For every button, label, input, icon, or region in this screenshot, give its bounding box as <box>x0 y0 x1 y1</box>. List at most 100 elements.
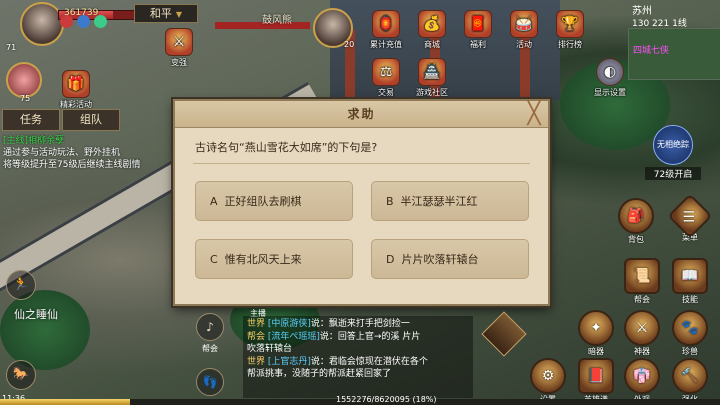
gift-icon: 🎁 <box>62 70 90 98</box>
guild-button[interactable]: 📜 帮会 <box>624 258 660 305</box>
chat-sender[interactable]: [上官志丹] <box>268 357 311 367</box>
minimap-label: 四城七侠 <box>633 46 670 56</box>
jingcai-label: 精彩活动 <box>60 100 92 109</box>
bianqiang-label: 变强 <box>171 58 187 67</box>
chat-channel: 帮会 <box>247 331 266 342</box>
quest-tracker[interactable]: [主线]相柳余孽 通过参与活动玩法、野外挂机 将等级提升至75级后继续主线剧情 <box>3 135 178 171</box>
top-icon-activity[interactable]: 🥁 活动 <box>504 10 544 50</box>
skill-label: 珍兽 <box>682 347 698 356</box>
option-key: D <box>386 253 395 266</box>
chat-side-buttons: ♪ 帮会 👣 <box>196 313 224 398</box>
buff-icon[interactable] <box>60 15 73 28</box>
drum-icon: 🥁 <box>510 10 538 38</box>
robe-icon: 👘 <box>624 358 660 394</box>
target-level: 20 <box>344 40 355 49</box>
nearby-player-name: 仙之睡仙 <box>14 308 58 321</box>
pagoda-icon: 🏯 <box>418 58 446 86</box>
minimap[interactable]: 四城七侠 <box>628 28 720 80</box>
bag-button[interactable]: 🎒 背包 <box>618 198 654 245</box>
book-icon: 📖 <box>672 258 708 294</box>
menu-button[interactable]: ☰ 菜单 <box>667 193 713 243</box>
close-button[interactable]: ╳ <box>524 103 544 125</box>
pk-mode-label: 和平 <box>149 7 172 20</box>
menu-icon: ☰ <box>667 193 713 239</box>
chat-text: 说：飘逝来打手把剑捡一 <box>310 319 410 329</box>
footprint-icon[interactable]: 👣 <box>196 368 224 396</box>
chat-channel: 世界 <box>247 356 266 367</box>
hero-book-icon: 📕 <box>578 358 614 394</box>
appearance-button[interactable]: 👘外观 <box>624 358 660 405</box>
hammer-icon: 🔨 <box>672 358 708 394</box>
pet-button[interactable]: 🐾 珍兽 <box>672 310 708 357</box>
option-c-button[interactable]: C 惟有北风天上来 <box>195 239 353 279</box>
gear-icon: ⚙ <box>530 358 566 394</box>
top-icon-label: 福利 <box>470 40 486 49</box>
quiz-dialog: 求助 ╳ 古诗名句“燕山雪花大如席”的下句是? A 正好组队去刷棋 B 半江瑟瑟… <box>173 99 550 306</box>
pet-avatar[interactable] <box>6 62 42 98</box>
option-text: 正好组队去刷棋 <box>224 195 302 208</box>
chat-sender[interactable]: [中原游侠] <box>268 319 311 329</box>
lantern-icon: 🏮 <box>372 10 400 38</box>
chat-channel: 世界 <box>247 319 266 329</box>
top-icon-shop[interactable]: 💰 商城 <box>412 10 452 50</box>
chat-text: 说：君临会惊现在潜伏在各个 <box>310 356 428 367</box>
tab-team[interactable]: 组队 <box>62 109 120 131</box>
skill-label: 技能 <box>682 295 698 304</box>
pk-mode-select[interactable]: 和平 ▼ <box>134 4 198 23</box>
run-icon[interactable]: 🏃 <box>6 270 36 300</box>
buff-icon[interactable] <box>94 15 107 28</box>
top-icon-leiji[interactable]: 🏮 累计充值 <box>366 10 406 50</box>
bianqiang-button[interactable]: ⚔ 变强 <box>163 28 195 68</box>
mount-icon[interactable]: 🐎 <box>6 360 36 390</box>
top-icon-trade[interactable]: ⚖ 交易 <box>366 58 406 98</box>
coin-icon: 💰 <box>418 10 446 38</box>
chat-box[interactable]: 世界 [中原游侠]说：飘逝来打手把剑捡一 帮会 [流年ぺ瑶瑶]说：回答上官→的溪… <box>243 316 473 398</box>
chat-line: 世界 [上官志丹]说：君临会惊现在潜伏在各个 <box>247 356 469 369</box>
quest-line: 通过参与活动玩法、野外挂机 <box>3 148 121 158</box>
display-settings-button[interactable]: ◐ 显示设置 <box>590 58 630 98</box>
top-icon-label: 活动 <box>516 40 532 49</box>
chat-text: 说：回答上官→的溪 片片 <box>319 331 421 342</box>
skill-label: 背包 <box>628 235 644 244</box>
bag-icon: 🎒 <box>618 198 654 234</box>
scale-icon: ⚖ <box>372 58 400 86</box>
buff-icon[interactable] <box>77 15 90 28</box>
hero-book-button[interactable]: 📕英雄谱 <box>576 358 616 405</box>
top-icon-label: 游戏社区 <box>416 88 448 97</box>
option-text: 半江瑟瑟半江红 <box>400 195 478 208</box>
skill-label: 帮会 <box>634 295 650 304</box>
chat-sender[interactable]: [流年ぺ瑶瑶] <box>268 332 320 342</box>
option-d-button[interactable]: D 片片吹落轩辕台 <box>371 239 529 279</box>
hidden-weapon-button[interactable]: ✦ 暗器 <box>578 310 614 357</box>
chat-line: 帮会 [流年ぺ瑶瑶]说：回答上官→的溪 片片 <box>247 331 469 344</box>
top-icon-label: 累计充值 <box>370 40 402 49</box>
skill-label: 暗器 <box>588 347 604 356</box>
scroll-icon: 📜 <box>624 258 660 294</box>
target-name: 鼓风熊 <box>262 15 292 26</box>
option-b-button[interactable]: B 半江瑟瑟半江红 <box>371 181 529 221</box>
top-icon-label: 排行榜 <box>558 40 582 49</box>
red-envelope-icon: 🧧 <box>464 10 492 38</box>
team-voice-button[interactable]: ♪ <box>196 313 224 341</box>
quest-line: 将等级提升至75级后继续主线剧情 <box>3 160 141 170</box>
skill-button[interactable]: 📖 技能 <box>672 258 708 305</box>
new-feature-preview[interactable]: 无相绝踪 72级开启 <box>645 125 701 180</box>
paw-icon: 🐾 <box>672 310 708 346</box>
option-a-button[interactable]: A 正好组队去刷棋 <box>195 181 353 221</box>
chat-line: 吹落轩辕台 <box>247 344 293 354</box>
settings-button[interactable]: ⚙设置 <box>530 358 566 405</box>
artifact-button[interactable]: ⚔ 神器 <box>624 310 660 357</box>
player-avatar[interactable] <box>20 2 64 46</box>
option-text: 片片吹落轩辕台 <box>401 253 479 266</box>
top-icon-welfare[interactable]: 🧧 福利 <box>458 10 498 50</box>
jingcai-button[interactable]: 🎁 精彩活动 <box>56 70 96 110</box>
top-icon-rank[interactable]: 🏆 排行榜 <box>550 10 590 50</box>
dialog-title: 求助 <box>347 107 376 121</box>
enhance-button[interactable]: 🔨强化 <box>672 358 708 405</box>
option-key: A <box>210 195 218 208</box>
chat-line: 帮派挑事，没随子的帮派赶紧回家了 <box>247 369 392 379</box>
tab-task[interactable]: 任务 <box>2 109 60 131</box>
map-name: 苏州 <box>632 6 652 17</box>
top-icon-community[interactable]: 🏯 游戏社区 <box>410 58 454 98</box>
chevron-down-icon: ▼ <box>175 10 183 19</box>
